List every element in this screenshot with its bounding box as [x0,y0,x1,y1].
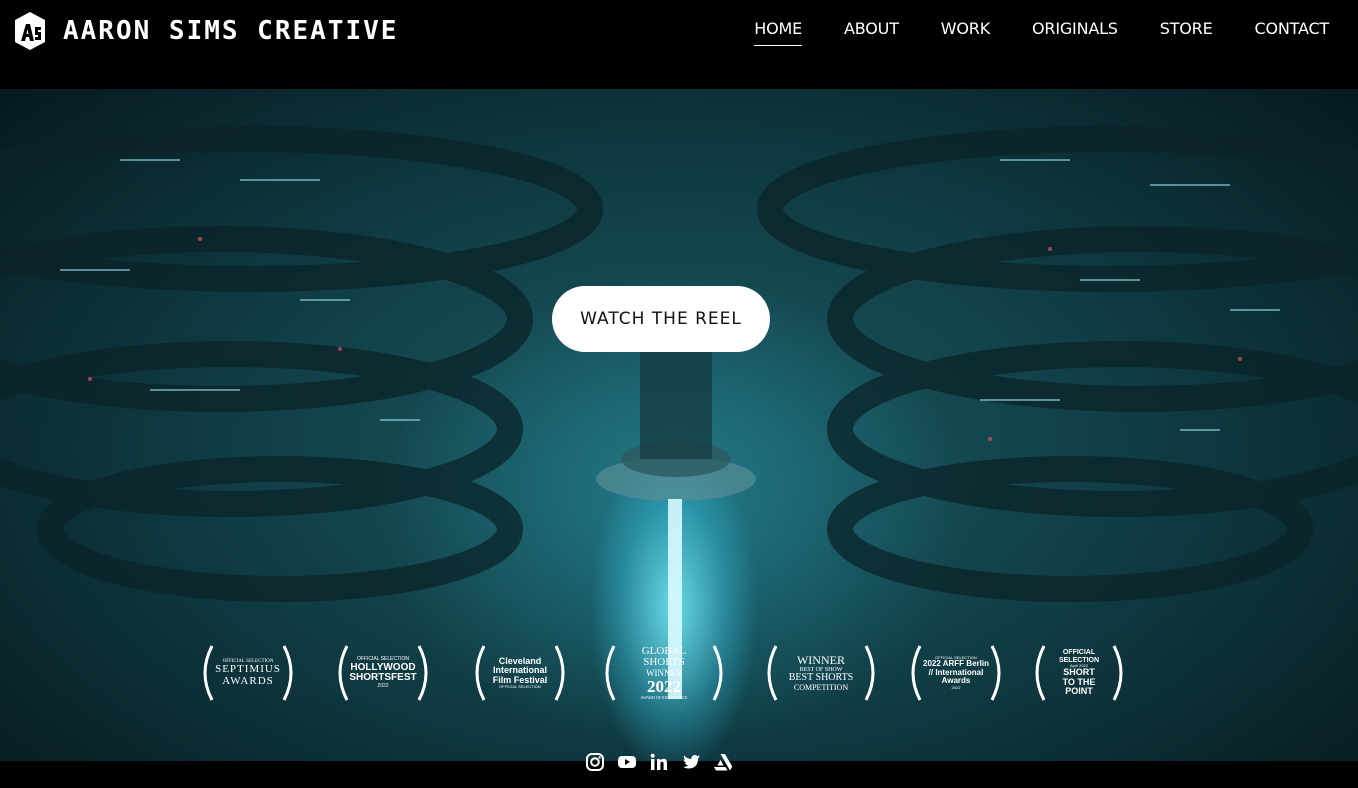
twitter-icon[interactable] [681,752,701,772]
laurel-line: OFFICIAL SELECTION [499,684,541,690]
artstation-icon[interactable] [713,752,733,772]
laurel-cleveland-film-festival: Cleveland International Film Festival OF… [470,638,570,708]
laurel-line: WINNER [796,653,845,668]
main-nav: HOME ABOUT WORK ORIGINALS STORE CONTACT [754,19,1329,46]
hero-video-background: WATCH THE REEL OFFICIAL SELECTION SEPTIM… [0,89,1358,761]
laurel-line: SHORTSFEST [349,672,417,683]
nav-item-store[interactable]: STORE [1160,19,1213,46]
laurel-line: 2022 [377,682,389,689]
laurel-line: COMPETITION [793,682,849,692]
youtube-icon[interactable] [617,752,637,772]
laurel-line: 2022 [951,684,961,690]
brand-logo[interactable]: AARON SIMS CREATIVE [11,10,398,52]
laurel-line: AWARDS [222,674,274,687]
award-laurels: OFFICIAL SELECTION SEPTIMIUS AWARDS OFFI… [0,638,1358,708]
as-monogram-icon [15,12,45,50]
instagram-icon[interactable] [585,752,605,772]
nav-item-work[interactable]: WORK [941,19,990,46]
nav-item-contact[interactable]: CONTACT [1255,19,1330,46]
social-links [585,752,733,772]
laurel-best-shorts-winner: WINNER BEST OF SHOW BEST SHORTS COMPETIT… [762,638,880,708]
laurel-line: 2022 [646,677,681,697]
laurel-line: OFFICIAL [1062,649,1096,657]
laurel-arff-berlin: OFFICIAL SELECTION 2022 ARFF Berlin // I… [906,638,1006,708]
laurel-global-shorts-winner: GLOBAL SHORTS WINNER 2022 AWARD OF EXCEL… [600,638,728,708]
linkedin-icon[interactable] [649,752,669,772]
site-header: AARON SIMS CREATIVE HOME ABOUT WORK ORIG… [0,0,1358,89]
nav-item-originals[interactable]: ORIGINALS [1032,19,1118,46]
laurel-line: SEPTIMIUS [215,663,281,676]
laurel-line: POINT [1065,686,1093,697]
nav-item-home[interactable]: HOME [754,19,802,46]
laurel-line: BEST SHORTS [788,672,854,683]
laurel-line: AWARD OF EXCELLENCE [640,695,688,701]
watch-reel-button[interactable]: WATCH THE REEL [552,286,770,352]
brand-name: AARON SIMS CREATIVE [63,16,399,46]
laurel-hollywood-shortsfest: OFFICIAL SELECTION HOLLYWOOD SHORTSFEST … [333,638,433,708]
nav-item-about[interactable]: ABOUT [844,19,899,46]
laurel-septimius-awards: OFFICIAL SELECTION SEPTIMIUS AWARDS [198,638,298,708]
laurel-short-to-the-point: OFFICIAL SELECTION April 2022 SHORT TO T… [1030,638,1128,708]
